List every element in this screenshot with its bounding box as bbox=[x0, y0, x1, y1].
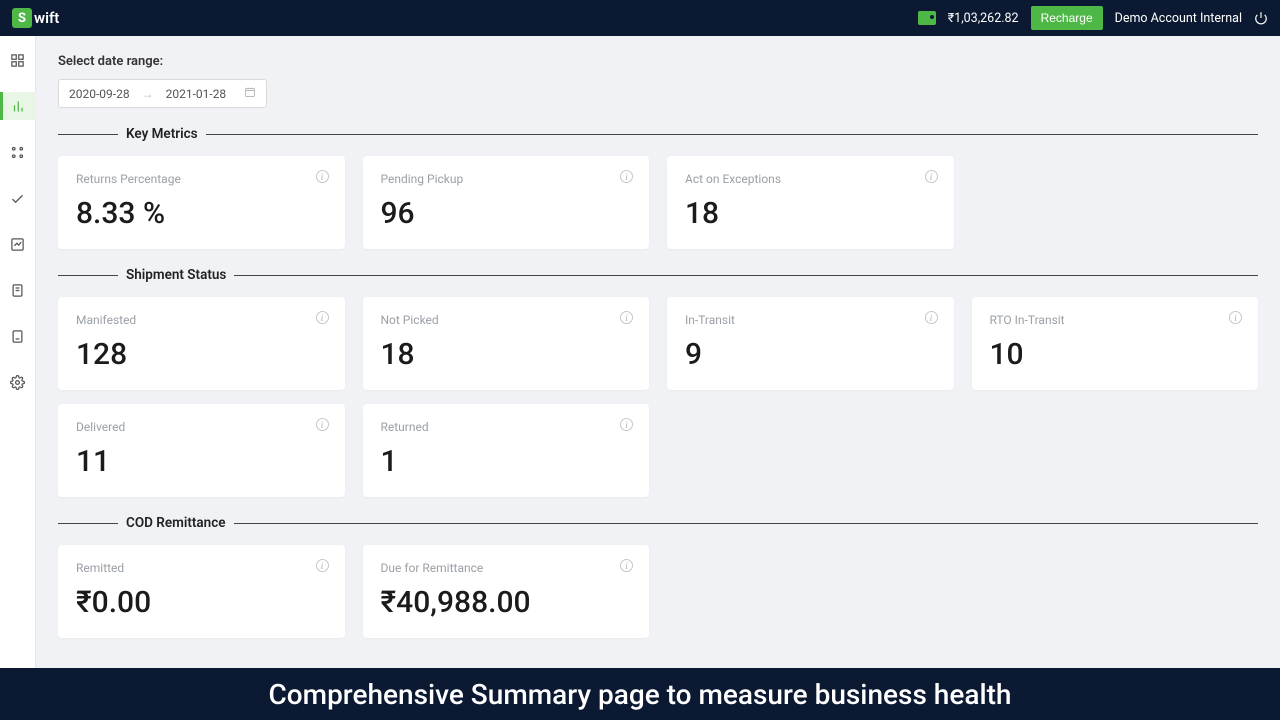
card-label: Manifested bbox=[76, 313, 327, 327]
card-label: Due for Remittance bbox=[381, 561, 632, 575]
account-label[interactable]: Demo Account Internal bbox=[1115, 11, 1242, 26]
card-returned[interactable]: i Returned 1 bbox=[363, 404, 650, 497]
card-label: Delivered bbox=[76, 420, 327, 434]
logo[interactable]: S wift bbox=[12, 8, 59, 28]
sidebar-item-analytics[interactable] bbox=[0, 92, 36, 120]
info-icon[interactable]: i bbox=[620, 311, 633, 324]
card-label: In-Transit bbox=[685, 313, 936, 327]
card-value: 8.33 % bbox=[76, 196, 327, 231]
card-remitted[interactable]: i Remitted ₹0.00 bbox=[58, 545, 345, 638]
logo-text: wift bbox=[34, 9, 59, 27]
date-end: 2021-01-28 bbox=[166, 87, 227, 101]
section-header-cod: COD Remittance bbox=[58, 515, 1258, 531]
card-label: Act on Exceptions bbox=[685, 172, 936, 186]
card-manifested[interactable]: i Manifested 128 bbox=[58, 297, 345, 390]
sidebar-item-apps[interactable] bbox=[0, 138, 36, 166]
info-icon[interactable]: i bbox=[316, 311, 329, 324]
card-pending-pickup[interactable]: i Pending Pickup 96 bbox=[363, 156, 650, 249]
info-icon[interactable]: i bbox=[925, 170, 938, 183]
card-label: Not Picked bbox=[381, 313, 632, 327]
card-value: 9 bbox=[685, 337, 936, 372]
sidebar-item-dashboard[interactable] bbox=[0, 46, 36, 74]
sidebar-item-chart[interactable] bbox=[0, 230, 36, 258]
card-label: Remitted bbox=[76, 561, 327, 575]
card-value: 18 bbox=[685, 196, 936, 231]
card-label: RTO In-Transit bbox=[990, 313, 1241, 327]
card-not-picked[interactable]: i Not Picked 18 bbox=[363, 297, 650, 390]
card-act-on-exceptions[interactable]: i Act on Exceptions 18 bbox=[667, 156, 954, 249]
info-icon[interactable]: i bbox=[620, 418, 633, 431]
card-label: Pending Pickup bbox=[381, 172, 632, 186]
calendar-icon bbox=[244, 86, 256, 101]
card-label: Returns Percentage bbox=[76, 172, 327, 186]
info-icon[interactable]: i bbox=[620, 170, 633, 183]
wallet-balance: ₹1,03,262.82 bbox=[948, 11, 1019, 26]
arrow-right-icon: → bbox=[142, 87, 154, 101]
date-range-picker[interactable]: 2020-09-28 → 2021-01-28 bbox=[58, 79, 267, 108]
sidebar-item-settings[interactable] bbox=[0, 368, 36, 396]
card-value: ₹40,988.00 bbox=[381, 585, 632, 620]
card-returns-percentage[interactable]: i Returns Percentage 8.33 % bbox=[58, 156, 345, 249]
card-label: Returned bbox=[381, 420, 632, 434]
info-icon[interactable]: i bbox=[620, 559, 633, 572]
date-range-label: Select date range: bbox=[58, 54, 1258, 69]
main-content: Select date range: 2020-09-28 → 2021-01-… bbox=[36, 36, 1280, 668]
section-title: COD Remittance bbox=[118, 515, 234, 531]
card-value: 96 bbox=[381, 196, 632, 231]
logo-badge-icon: S bbox=[12, 8, 32, 28]
card-delivered[interactable]: i Delivered 11 bbox=[58, 404, 345, 497]
info-icon[interactable]: i bbox=[925, 311, 938, 324]
card-rto-in-transit[interactable]: i RTO In-Transit 10 bbox=[972, 297, 1259, 390]
card-value: 1 bbox=[381, 444, 632, 479]
sidebar-item-doc2[interactable] bbox=[0, 322, 36, 350]
card-value: 11 bbox=[76, 444, 327, 479]
power-icon[interactable] bbox=[1254, 11, 1268, 25]
info-icon[interactable]: i bbox=[316, 418, 329, 431]
recharge-button[interactable]: Recharge bbox=[1031, 6, 1103, 30]
card-value: 10 bbox=[990, 337, 1241, 372]
info-icon[interactable]: i bbox=[1229, 311, 1242, 324]
sidebar-item-boost[interactable] bbox=[0, 184, 36, 212]
sidebar-item-doc1[interactable] bbox=[0, 276, 36, 304]
footer-caption: Comprehensive Summary page to measure bu… bbox=[0, 668, 1280, 720]
card-due-remittance[interactable]: i Due for Remittance ₹40,988.00 bbox=[363, 545, 650, 638]
card-value: 18 bbox=[381, 337, 632, 372]
card-in-transit[interactable]: i In-Transit 9 bbox=[667, 297, 954, 390]
section-header-key-metrics: Key Metrics bbox=[58, 126, 1258, 142]
section-title: Shipment Status bbox=[118, 267, 234, 283]
card-value: 128 bbox=[76, 337, 327, 372]
info-icon[interactable]: i bbox=[316, 559, 329, 572]
topbar: S wift ₹1,03,262.82 Recharge Demo Accoun… bbox=[0, 0, 1280, 36]
section-header-shipment-status: Shipment Status bbox=[58, 267, 1258, 283]
date-start: 2020-09-28 bbox=[69, 87, 130, 101]
info-icon[interactable]: i bbox=[316, 170, 329, 183]
section-title: Key Metrics bbox=[118, 126, 206, 142]
wallet-icon bbox=[918, 11, 936, 25]
card-value: ₹0.00 bbox=[76, 585, 327, 620]
sidebar bbox=[0, 36, 36, 720]
